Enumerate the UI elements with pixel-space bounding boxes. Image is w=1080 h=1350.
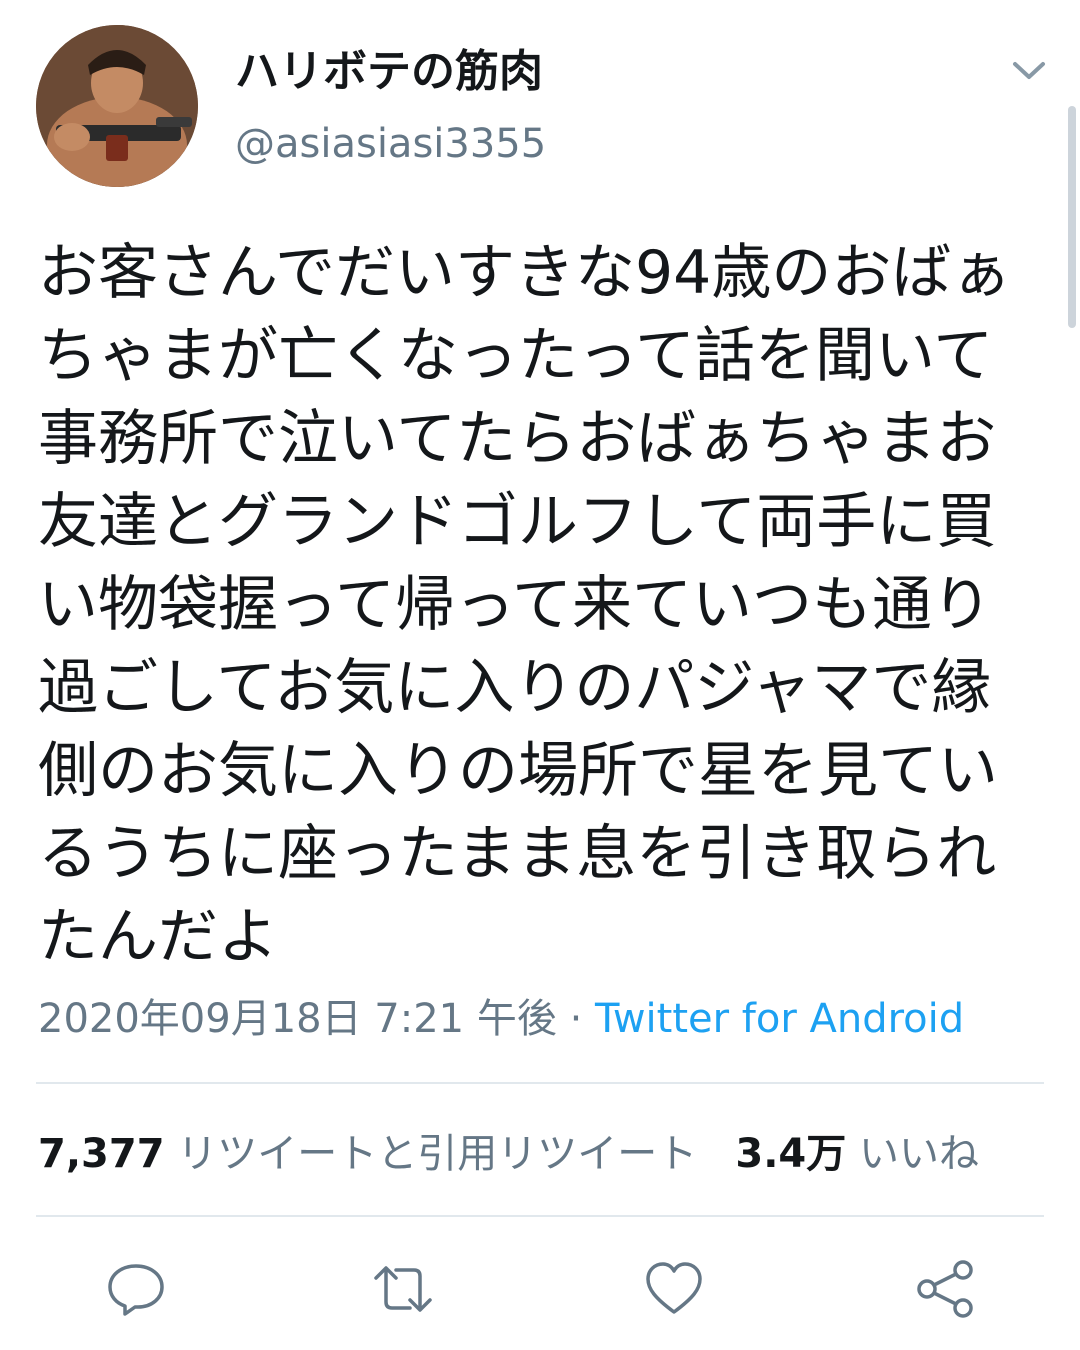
share-icon bbox=[917, 1260, 973, 1318]
like-button[interactable] bbox=[643, 1258, 705, 1320]
avatar-icon bbox=[36, 25, 198, 187]
display-name[interactable]: ハリボテの筋肉 bbox=[235, 44, 543, 100]
tweet-meta: 2020年09月18日 7:21 午後 · Twitter for Androi… bbox=[38, 993, 964, 1045]
likes-count: 3.4万 bbox=[735, 1131, 847, 1177]
retweet-button[interactable] bbox=[372, 1258, 434, 1320]
reply-button[interactable] bbox=[105, 1258, 167, 1320]
retweets-count: 7,377 bbox=[38, 1131, 165, 1177]
more-options-button[interactable] bbox=[1006, 50, 1052, 90]
share-button[interactable] bbox=[914, 1258, 976, 1320]
likes-label: いいね bbox=[858, 1131, 979, 1177]
chevron-down-icon bbox=[1013, 62, 1045, 79]
tweet-timestamp[interactable]: 2020年09月18日 7:21 午後 bbox=[38, 996, 557, 1042]
reply-icon bbox=[108, 1264, 164, 1316]
tweet-text: お客さんでだいすきな94歳のおばぁちゃまが亡くなったって話を聞いて事務所で泣いて… bbox=[38, 238, 1012, 972]
heart-icon bbox=[646, 1262, 702, 1314]
likes-stat[interactable]: 3.4万 いいね bbox=[735, 1131, 979, 1177]
avatar[interactable] bbox=[36, 25, 198, 187]
retweets-stat[interactable]: 7,377 リツイートと引用リツイート bbox=[38, 1131, 697, 1177]
divider-bottom bbox=[36, 1215, 1044, 1217]
tweet-stats: 7,377 リツイートと引用リツイート 3.4万 いいね bbox=[38, 1128, 979, 1180]
user-handle[interactable]: @asiasiasi3355 bbox=[235, 118, 546, 170]
meta-separator: · bbox=[556, 996, 596, 1042]
divider-top bbox=[36, 1082, 1044, 1084]
tweet-source-link[interactable]: Twitter for Android bbox=[595, 996, 964, 1042]
retweet-icon bbox=[374, 1266, 432, 1312]
scrollbar[interactable] bbox=[1068, 106, 1076, 328]
retweets-label: リツイートと引用リツイート bbox=[177, 1131, 698, 1177]
